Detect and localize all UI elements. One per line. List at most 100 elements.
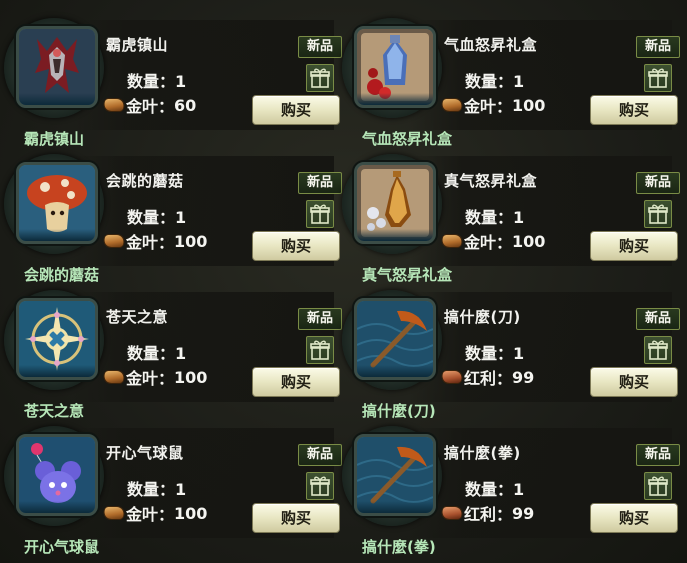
mushroom-icon[interactable]: [16, 162, 98, 244]
item-name: 搞什麼(拳): [444, 444, 521, 462]
buy-button[interactable]: 购买: [252, 95, 340, 125]
price-value: 99: [512, 367, 535, 387]
item-name: 会跳的蘑菇: [106, 172, 184, 190]
item-caption: 会跳的蘑菇: [24, 266, 100, 284]
quantity-value: 1: [175, 208, 187, 227]
shop-item-card: 霸虎镇山 数量：1 金叶： 60 新品 购买 霸虎镇山: [2, 14, 342, 148]
price-value: 100: [512, 95, 546, 115]
shop-item-card: 会跳的蘑菇 数量：1 金叶： 100 新品 购买 会跳的蘑菇: [2, 150, 342, 284]
pickaxe-icon[interactable]: [354, 298, 436, 380]
price-row: 金叶： 60: [102, 94, 197, 116]
quantity-value: 1: [175, 480, 187, 499]
gift-icon[interactable]: [306, 200, 334, 228]
buy-button[interactable]: 购买: [252, 367, 340, 397]
quantity-row: 数量：1: [465, 204, 524, 228]
price-value: 100: [174, 503, 208, 523]
new-badge: 新品: [298, 308, 342, 330]
price-row: 金叶： 100: [102, 366, 208, 388]
buy-button[interactable]: 购买: [590, 95, 678, 125]
currency-label: 金叶：: [126, 369, 175, 388]
gift-icon[interactable]: [644, 336, 672, 364]
new-badge: 新品: [298, 172, 342, 194]
gold-leaf-icon: [102, 235, 126, 247]
new-badge: 新品: [636, 36, 680, 58]
gift-icon[interactable]: [644, 64, 672, 92]
quantity-value: 1: [513, 72, 525, 91]
item-caption: 霸虎镇山: [24, 130, 85, 148]
currency-label: 金叶：: [126, 233, 175, 252]
buy-button[interactable]: 购买: [590, 503, 678, 533]
shop-item-card: 苍天之意 数量：1 金叶： 100 新品 购买 苍天之意: [2, 286, 342, 420]
price-value: 60: [174, 95, 197, 115]
gift-icon[interactable]: [306, 472, 334, 500]
quantity-value: 1: [175, 344, 187, 363]
potion-box-icon[interactable]: [354, 26, 436, 108]
red-leaf-icon: [440, 371, 464, 383]
quantity-row: 数量：1: [127, 476, 186, 500]
gift-icon[interactable]: [644, 472, 672, 500]
price-value: 100: [174, 367, 208, 387]
pickaxe-icon[interactable]: [354, 434, 436, 516]
balloon-mouse-icon[interactable]: [16, 434, 98, 516]
quantity-value: 1: [513, 480, 525, 499]
price-row: 红利： 99: [440, 366, 535, 388]
quantity-label: 数量：: [127, 208, 176, 227]
price-row: 金叶： 100: [102, 230, 208, 252]
quantity-value: 1: [175, 72, 187, 91]
item-name: 苍天之意: [106, 308, 169, 326]
gift-icon[interactable]: [306, 336, 334, 364]
price-value: 99: [512, 503, 535, 523]
armor-icon[interactable]: [16, 26, 98, 108]
price-row: 红利： 99: [440, 502, 535, 524]
item-caption: 搞什麼(刀): [362, 402, 436, 420]
quantity-row: 数量：1: [127, 68, 186, 92]
item-caption: 开心气球鼠: [24, 538, 100, 556]
buy-button[interactable]: 购买: [252, 231, 340, 261]
price-row: 金叶： 100: [102, 502, 208, 524]
currency-label: 红利：: [464, 505, 513, 524]
new-badge: 新品: [298, 36, 342, 58]
item-name: 开心气球鼠: [106, 444, 184, 462]
buy-button[interactable]: 购买: [252, 503, 340, 533]
quantity-row: 数量：1: [465, 340, 524, 364]
item-name: 真气怒昇礼盒: [444, 172, 538, 190]
shop-item-grid: 霸虎镇山 数量：1 金叶： 60 新品 购买 霸虎镇山 气血怒昇礼盒 数量：1 …: [0, 0, 687, 563]
quantity-row: 数量：1: [127, 204, 186, 228]
buy-button[interactable]: 购买: [590, 367, 678, 397]
quantity-label: 数量：: [465, 208, 514, 227]
quantity-label: 数量：: [127, 72, 176, 91]
vase-pearls-icon[interactable]: [354, 162, 436, 244]
quantity-label: 数量：: [127, 344, 176, 363]
gold-leaf-icon: [440, 99, 464, 111]
quantity-row: 数量：1: [465, 476, 524, 500]
item-caption: 苍天之意: [24, 402, 85, 420]
gift-icon[interactable]: [644, 200, 672, 228]
shop-item-card: 开心气球鼠 数量：1 金叶： 100 新品 购买 开心气球鼠: [2, 422, 342, 556]
compass-emblem-icon[interactable]: [16, 298, 98, 380]
item-name: 搞什麼(刀): [444, 308, 521, 326]
quantity-label: 数量：: [465, 72, 514, 91]
new-badge: 新品: [298, 444, 342, 466]
shop-item-card: 搞什麼(刀) 数量：1 红利： 99 新品 购买 搞什麼(刀): [340, 286, 680, 420]
gift-icon[interactable]: [306, 64, 334, 92]
quantity-value: 1: [513, 344, 525, 363]
quantity-row: 数量：1: [127, 340, 186, 364]
gold-leaf-icon: [102, 507, 126, 519]
new-badge: 新品: [636, 308, 680, 330]
new-badge: 新品: [636, 444, 680, 466]
new-badge: 新品: [636, 172, 680, 194]
gold-leaf-icon: [102, 371, 126, 383]
price-row: 金叶： 100: [440, 94, 546, 116]
item-caption: 真气怒昇礼盒: [362, 266, 453, 284]
gold-leaf-icon: [440, 235, 464, 247]
shop-item-card: 真气怒昇礼盒 数量：1 金叶： 100 新品 购买 真气怒昇礼盒: [340, 150, 680, 284]
price-row: 金叶： 100: [440, 230, 545, 252]
buy-button[interactable]: 购买: [590, 231, 678, 261]
currency-label: 金叶：: [464, 97, 513, 116]
item-caption: 搞什麼(拳): [362, 538, 436, 556]
item-name: 霸虎镇山: [106, 36, 169, 54]
price-value: 100: [174, 231, 208, 251]
shop-item-card: 搞什麼(拳) 数量：1 红利： 99 新品 购买 搞什麼(拳): [340, 422, 680, 556]
currency-label: 红利：: [464, 369, 513, 388]
currency-label: 金叶：: [126, 505, 175, 524]
